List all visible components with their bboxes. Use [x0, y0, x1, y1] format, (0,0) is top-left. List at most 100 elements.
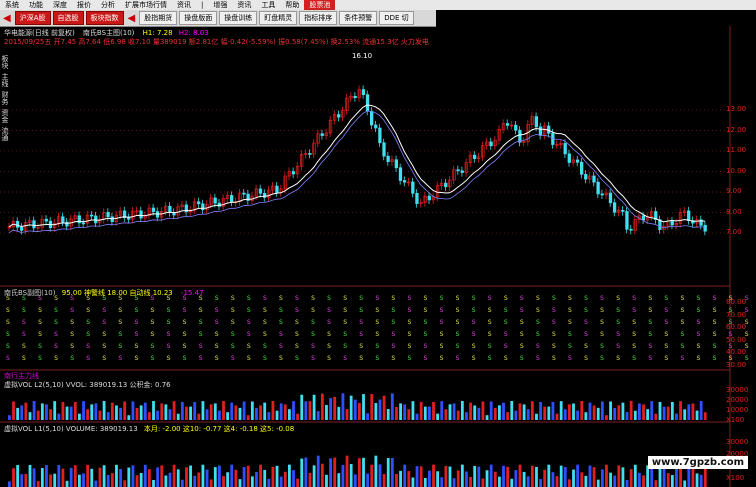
- volume-bar: [477, 407, 481, 420]
- volume-bar: [547, 464, 551, 487]
- candle: [596, 181, 600, 195]
- signal-marker: S: [279, 355, 283, 362]
- volume-bar: [448, 404, 452, 420]
- signal-marker: S: [568, 307, 572, 314]
- signal-marker: S: [391, 295, 395, 302]
- volume-bar: [292, 401, 295, 420]
- volume-bar: [148, 469, 151, 487]
- signal-marker: S: [568, 319, 572, 326]
- candle: [580, 161, 584, 175]
- signal-marker: S: [215, 295, 219, 302]
- volume-bar: [535, 413, 538, 420]
- volume-bar: [489, 401, 493, 420]
- signal-marker: S: [343, 319, 347, 326]
- candle: [575, 159, 580, 163]
- volume-bar: [180, 479, 184, 487]
- signal-marker: S: [407, 331, 411, 338]
- kline-chart[interactable]: SSSSSSSSSSSSSSSSSSSSSSSSSSSSSSSSSSSSSSSS…: [0, 0, 756, 487]
- signal-marker: S: [151, 331, 155, 338]
- volume-bar: [152, 400, 155, 420]
- signal-marker: S: [552, 331, 556, 338]
- axis-tick-label: 13.00: [726, 105, 747, 113]
- volume-bar: [98, 410, 102, 420]
- volume-bar: [530, 465, 534, 487]
- sub1-value: -15.47: [181, 289, 204, 297]
- signal-marker: S: [118, 355, 122, 362]
- volume-bar: [568, 404, 571, 420]
- volume-bar: [234, 469, 238, 487]
- volume-bar: [53, 401, 57, 420]
- volume-bar: [498, 476, 501, 487]
- signal-marker: S: [38, 355, 42, 362]
- volume-bar: [255, 407, 258, 420]
- side-label: 资金: [1, 109, 9, 123]
- volume-bar: [399, 470, 402, 487]
- signal-marker: S: [167, 343, 171, 350]
- signal-marker: S: [520, 331, 524, 338]
- volume-bar: [419, 401, 423, 420]
- signal-marker: S: [424, 331, 428, 338]
- volume-bar: [526, 476, 530, 487]
- signal-marker: S: [375, 355, 379, 362]
- signal-marker: S: [391, 307, 395, 314]
- signal-marker: S: [295, 319, 299, 326]
- axis-tick-label: 30.00: [726, 360, 747, 369]
- volume-bar: [695, 410, 699, 420]
- candle: [151, 207, 156, 212]
- volume-bar: [94, 403, 98, 420]
- signal-marker: S: [488, 295, 492, 302]
- signal-marker: S: [134, 343, 138, 350]
- signal-marker: S: [697, 319, 701, 326]
- signal-marker: S: [151, 343, 155, 350]
- side-label: 主线: [1, 73, 9, 87]
- candle: [382, 142, 386, 157]
- volume-bar: [510, 478, 514, 487]
- volume-bar: [316, 455, 320, 487]
- signal-marker: S: [215, 343, 219, 350]
- signal-marker: S: [568, 355, 572, 362]
- volume-bar: [358, 458, 361, 487]
- volume-bar: [654, 480, 658, 487]
- volume-bar: [218, 465, 221, 487]
- volume-bar: [514, 470, 518, 487]
- volume-bar: [662, 406, 666, 420]
- volume-bar: [78, 413, 81, 420]
- volume-bar: [493, 471, 497, 487]
- signal-marker: S: [167, 319, 171, 326]
- volume-bar: [428, 406, 431, 420]
- candle: [386, 155, 390, 162]
- signal-marker: S: [424, 355, 428, 362]
- volume-bar: [428, 470, 431, 487]
- volume-bar: [423, 406, 427, 420]
- axis-tick-label: X100: [726, 474, 745, 482]
- candle: [687, 210, 691, 221]
- volume-bar: [436, 413, 440, 420]
- signal-marker: S: [680, 355, 684, 362]
- signal-marker: S: [456, 355, 460, 362]
- volume-bar: [613, 407, 617, 420]
- volume-bar: [82, 473, 85, 487]
- signal-marker: S: [359, 355, 363, 362]
- signal-marker: S: [536, 307, 540, 314]
- volume-bar: [539, 401, 542, 420]
- signal-marker: S: [183, 343, 187, 350]
- volume-bar: [349, 464, 353, 487]
- signal-marker: S: [600, 355, 604, 362]
- volume-bar: [358, 402, 361, 420]
- volume-bar: [650, 401, 654, 420]
- signal-marker: S: [440, 343, 444, 350]
- signal-marker: S: [311, 355, 315, 362]
- axis-tick-label: 7.00: [726, 228, 742, 236]
- volume-bar: [288, 409, 291, 420]
- signal-marker: S: [713, 307, 717, 314]
- volume-bar: [444, 409, 448, 420]
- volume-bar: [263, 469, 267, 487]
- volume-bar: [419, 466, 423, 487]
- candle: [90, 214, 94, 217]
- candle: [621, 209, 625, 212]
- signal-marker: S: [118, 343, 122, 350]
- volume-bar: [423, 477, 427, 487]
- volume-bar: [185, 467, 188, 487]
- signal-marker: S: [263, 307, 267, 314]
- volume-bar: [436, 471, 440, 487]
